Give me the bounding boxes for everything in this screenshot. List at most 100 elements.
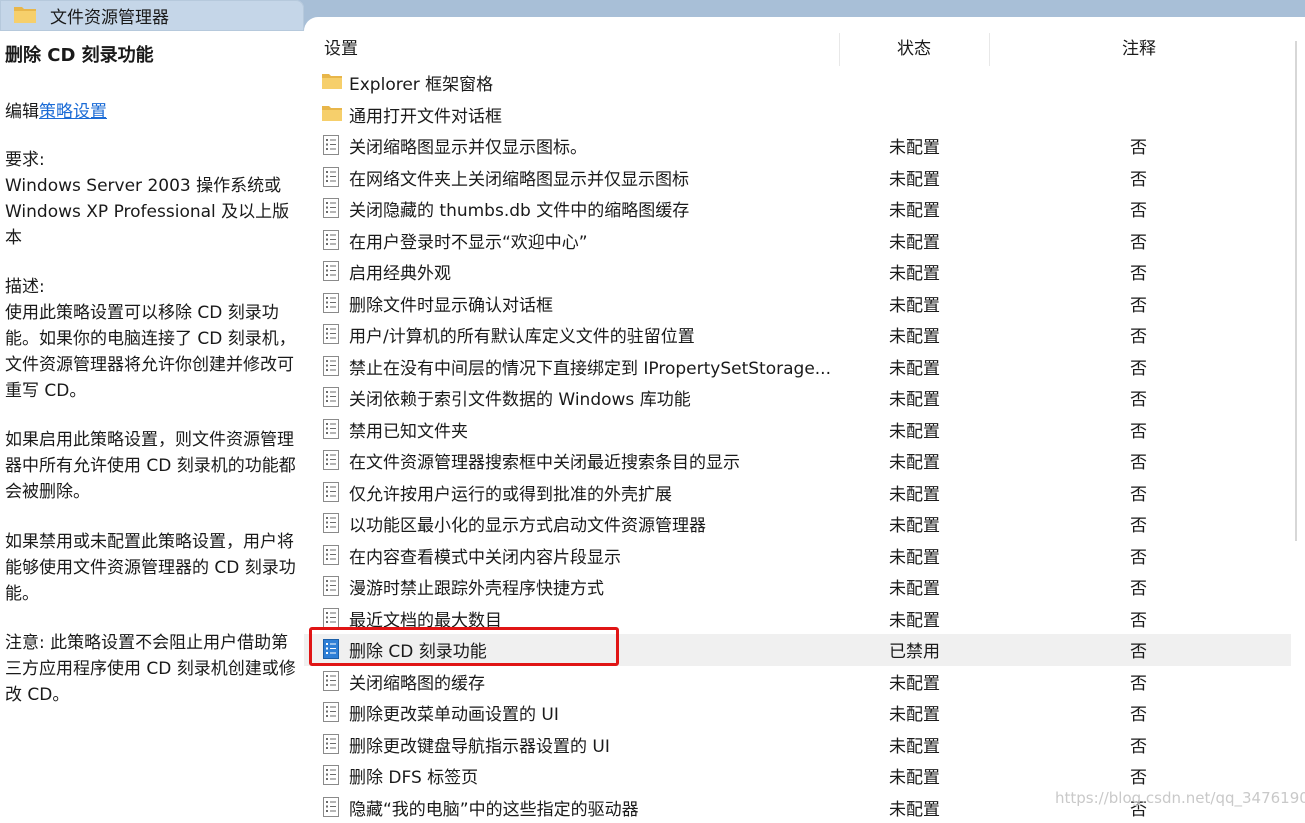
description-section: 描述: 使用此策略设置可以移除 CD 刻录功能。如果你的电脑连接了 CD 刻录机… <box>5 274 301 404</box>
folder-icon <box>13 3 37 29</box>
table-row[interactable]: 通用打开文件对话框 <box>304 99 1291 131</box>
requirements-section: 要求: Windows Server 2003 操作系统或 Windows XP… <box>5 147 301 251</box>
policy-setting-icon <box>321 701 343 723</box>
table-row[interactable]: 删除文件时显示确认对话框未配置否 <box>304 288 1291 320</box>
setting-state: 未配置 <box>889 511 940 536</box>
table-row[interactable]: 在文件资源管理器搜索框中关闭最近搜索条目的显示未配置否 <box>304 445 1291 477</box>
table-row[interactable]: 禁用已知文件夹未配置否 <box>304 414 1291 446</box>
setting-name: 通用打开文件对话框 <box>349 102 502 127</box>
table-row[interactable]: 关闭依赖于索引文件数据的 Windows 库功能未配置否 <box>304 382 1291 414</box>
setting-name: 关闭缩略图显示并仅显示图标。 <box>349 133 587 158</box>
setting-comment: 否 <box>1130 165 1147 190</box>
setting-comment: 否 <box>1130 732 1147 757</box>
policy-setting-icon <box>321 733 343 755</box>
table-row[interactable]: 删除更改键盘导航指示器设置的 UI 未配置 否 <box>304 729 1291 761</box>
setting-state: 未配置 <box>889 574 940 599</box>
scrollbar-thumb[interactable] <box>1295 41 1297 541</box>
column-header-setting[interactable]: 设置 <box>324 31 358 68</box>
setting-comment: 否 <box>1130 669 1147 694</box>
setting-name: 在用户登录时不显示“欢迎中心” <box>349 228 588 253</box>
policy-setting-icon <box>321 418 343 440</box>
setting-name: 禁止在没有中间层的情况下直接绑定到 IPropertySetStorage... <box>349 354 831 379</box>
vertical-scrollbar[interactable] <box>1291 31 1305 817</box>
policy-setting-icon <box>321 229 343 251</box>
description-label: 描述: <box>5 274 301 300</box>
table-row[interactable]: 漫游时禁止跟踪外壳程序快捷方式 未配置 否 <box>304 571 1291 603</box>
setting-comment: 否 <box>1130 196 1147 221</box>
table-row[interactable]: 在用户登录时不显示“欢迎中心”未配置否 <box>304 225 1291 257</box>
description-paragraph-3: 如果禁用或未配置此策略设置，用户将能够使用文件资源管理器的 CD 刻录功能。 <box>5 529 301 607</box>
setting-name: 禁用已知文件夹 <box>349 417 468 442</box>
setting-state: 未配置 <box>889 732 940 757</box>
setting-comment: 否 <box>1130 543 1147 568</box>
setting-name: 用户/计算机的所有默认库定义文件的驻留位置 <box>349 322 695 347</box>
policy-setting-icon <box>321 386 343 408</box>
column-divider[interactable] <box>989 33 990 66</box>
setting-name: 关闭隐藏的 thumbs.db 文件中的缩略图缓存 <box>349 196 689 221</box>
table-row[interactable]: 启用经典外观 未配置 否 <box>304 256 1291 288</box>
policy-setting-icon <box>321 260 343 282</box>
setting-state: 未配置 <box>889 354 940 379</box>
setting-state: 未配置 <box>889 543 940 568</box>
setting-name: 漫游时禁止跟踪外壳程序快捷方式 <box>349 574 604 599</box>
setting-comment: 否 <box>1130 291 1147 316</box>
setting-state: 未配置 <box>889 385 940 410</box>
policy-setting-icon <box>321 134 343 156</box>
table-row[interactable]: 删除更改菜单动画设置的 UI未配置否 <box>304 697 1291 729</box>
requirements-label: 要求: <box>5 147 301 173</box>
requirements-text: Windows Server 2003 操作系统或 Windows XP Pro… <box>5 173 301 251</box>
column-divider[interactable] <box>839 33 840 66</box>
table-row[interactable]: 删除 DFS 标签页未配置否 <box>304 760 1291 792</box>
setting-state: 未配置 <box>889 196 940 221</box>
policy-setting-icon <box>321 292 343 314</box>
edit-policy-line: 编辑策略设置 <box>5 97 107 122</box>
table-row[interactable]: 关闭缩略图显示并仅显示图标。 未配置 否 <box>304 130 1291 162</box>
setting-name: 删除更改键盘导航指示器设置的 UI <box>349 732 610 757</box>
setting-comment: 否 <box>1130 637 1147 662</box>
policy-description-pane: 删除 CD 刻录功能 编辑策略设置 要求: Windows Server 200… <box>0 31 304 817</box>
setting-comment: 否 <box>1130 322 1147 347</box>
setting-comment: 否 <box>1130 259 1147 284</box>
setting-comment: 否 <box>1130 700 1147 725</box>
policy-title: 删除 CD 刻录功能 <box>5 41 154 67</box>
setting-name: 仅允许按用户运行的或得到批准的外壳扩展 <box>349 480 672 505</box>
setting-comment: 否 <box>1130 385 1147 410</box>
setting-comment: 否 <box>1130 133 1147 158</box>
policy-setting-icon <box>321 607 343 629</box>
red-highlight-annotation <box>309 627 619 666</box>
table-header: 设置 状态 注释 <box>304 31 1291 68</box>
table-row[interactable]: 仅允许按用户运行的或得到批准的外壳扩展未配置否 <box>304 477 1291 509</box>
setting-state: 未配置 <box>889 259 940 284</box>
setting-comment: 否 <box>1130 763 1147 788</box>
table-row[interactable]: 关闭隐藏的 thumbs.db 文件中的缩略图缓存 未配置 否 <box>304 193 1291 225</box>
window-tab[interactable]: 文件资源管理器 <box>0 0 304 31</box>
setting-name: Explorer 框架窗格 <box>349 70 493 95</box>
table-row[interactable]: 用户/计算机的所有默认库定义文件的驻留位置 未配置 否 <box>304 319 1291 351</box>
table-row[interactable]: 在网络文件夹上关闭缩略图显示并仅显示图标未配置否 <box>304 162 1291 194</box>
table-row[interactable]: 禁止在没有中间层的情况下直接绑定到 IPropertySetStorage...… <box>304 351 1291 383</box>
window-title: 文件资源管理器 <box>50 3 169 28</box>
setting-name: 在文件资源管理器搜索框中关闭最近搜索条目的显示 <box>349 448 740 473</box>
column-header-state[interactable]: 状态 <box>897 31 931 68</box>
table-row[interactable]: 关闭缩略图的缓存未配置否 <box>304 666 1291 698</box>
setting-comment: 否 <box>1130 574 1147 599</box>
setting-state: 未配置 <box>889 322 940 347</box>
table-row[interactable]: Explorer 框架窗格 <box>304 67 1291 99</box>
policy-setting-icon <box>321 544 343 566</box>
setting-state: 未配置 <box>889 417 940 442</box>
table-row[interactable]: 在内容查看模式中关闭内容片段显示 未配置 否 <box>304 540 1291 572</box>
setting-name: 删除 DFS 标签页 <box>349 763 478 788</box>
table-row[interactable]: 以功能区最小化的显示方式启动文件资源管理器未配置否 <box>304 508 1291 540</box>
policy-setting-icon <box>321 481 343 503</box>
setting-name: 在内容查看模式中关闭内容片段显示 <box>349 543 621 568</box>
policy-setting-icon <box>321 575 343 597</box>
description-paragraph-1: 使用此策略设置可以移除 CD 刻录功能。如果你的电脑连接了 CD 刻录机，文件资… <box>5 300 301 404</box>
setting-name: 删除更改菜单动画设置的 UI <box>349 700 559 725</box>
policy-settings-link[interactable]: 策略设置 <box>39 102 107 122</box>
column-header-comment[interactable]: 注释 <box>1122 31 1156 68</box>
setting-name: 启用经典外观 <box>349 259 451 284</box>
setting-state: 未配置 <box>889 133 940 158</box>
setting-state: 未配置 <box>889 448 940 473</box>
policy-setting-icon <box>321 764 343 786</box>
setting-state: 未配置 <box>889 291 940 316</box>
